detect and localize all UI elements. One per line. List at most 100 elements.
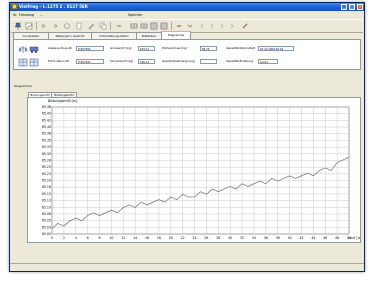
title-bar[interactable]: Vielfrieg – L-1275 2 . 8127 5ER _ □ × (10, 3, 364, 11)
grid-icon[interactable] (160, 22, 168, 30)
field-value[interactable]: 07.10.2009 06:44 (258, 46, 294, 51)
y-tick-label: 65.42 (42, 118, 51, 122)
menu-item[interactable]: Sr. (13, 13, 17, 18)
arrow-left-icon[interactable] (40, 22, 48, 30)
tab-grunddaten[interactable]: Grunddaten (13, 32, 49, 39)
x-axis-label: Lauf. [m] (348, 236, 360, 240)
x-tick-label: 42 (299, 236, 303, 240)
x-tick-label: 44 (311, 236, 315, 240)
field-value[interactable] (200, 59, 217, 64)
series-line (51, 157, 350, 229)
grid-icon (18, 58, 28, 67)
field-value[interactable]: 183.11 (138, 46, 155, 51)
x-tick-label: 10 (109, 236, 113, 240)
maximize-button[interactable]: □ (349, 4, 355, 10)
x-tick-label: 22 (181, 236, 185, 240)
x-tick-label: 32 (240, 236, 244, 240)
field-label: Gleisanschluss-Nr (48, 46, 72, 50)
scale-icon (18, 45, 28, 54)
wagon-icon (29, 45, 39, 54)
edit-icon[interactable] (87, 22, 95, 30)
x-tick-label: 14 (133, 236, 137, 240)
tab-waegungen[interactable]: Wägungen / Gewicht (48, 32, 92, 39)
line-chart: 65.48 65.45 65.42 65.40 65.38 65.35 65.33 65.30… (42, 105, 360, 240)
x-tick-label: 24 (193, 236, 197, 240)
tab-diagramme[interactable]: Diagramme (161, 31, 191, 39)
x-tick-label: 18 (157, 236, 161, 240)
y-tick-label: 65.05 (42, 219, 51, 223)
y-tick-label: 65.33 (42, 145, 51, 149)
x-tick-label: 8 (99, 236, 101, 240)
field-label: Soll-Gewicht [kg] (110, 59, 134, 63)
y-tick-label: 65.15 (42, 192, 51, 196)
menu-item[interactable]: ... (40, 13, 43, 18)
x-tick-label: 12 (121, 236, 125, 240)
tab-unterhaltung[interactable]: Unterhaltungs-Daten (91, 32, 137, 39)
x-tick-label: 0 (51, 236, 53, 240)
info-panel: Gleisanschluss-Nr Z-E27502 Ist-Gewicht [… (13, 39, 361, 70)
dropdown-icon[interactable] (186, 22, 194, 30)
y-tick-label: 65.38 (42, 132, 51, 136)
y-tick-label: 65.45 (42, 112, 51, 116)
table-icon[interactable] (140, 22, 148, 30)
copy-icon[interactable] (99, 22, 107, 30)
y-tick-label: 65.20 (42, 179, 51, 183)
x-tick-label: 16 (145, 236, 149, 240)
x-tick-label: 40 (288, 236, 292, 240)
pin-icon[interactable] (14, 22, 22, 30)
first-icon[interactable] (198, 22, 206, 30)
x-tick-label: 4 (75, 236, 77, 240)
field-label: Prüfanschluss [kg] (162, 46, 187, 50)
x-tick-label: 48 (335, 236, 339, 240)
field-label: Kapazität-Datum/Zeit (226, 46, 255, 50)
x-tick-label: 38 (276, 236, 280, 240)
plot-area (51, 106, 350, 235)
x-tick-label: 36 (264, 236, 268, 240)
close-button[interactable]: × (357, 4, 363, 10)
prev-icon[interactable] (208, 22, 216, 30)
x-tick-label: 6 (87, 236, 89, 240)
field-label: Fahrz.-Raum-Nr. (48, 59, 70, 63)
section-label: Diagramme (14, 84, 32, 88)
grid-icon[interactable] (150, 22, 158, 30)
refresh-icon[interactable] (63, 22, 71, 30)
minimize-button[interactable]: _ (341, 4, 347, 10)
y-tick-label: 65.10 (42, 205, 51, 209)
arrow-right-icon[interactable] (51, 22, 59, 30)
field-value[interactable]: 190.11 (138, 59, 155, 64)
status-bar (10, 263, 364, 271)
grid-icon (29, 58, 39, 67)
field-value[interactable]: 80.74 (200, 46, 217, 51)
y-tick-label: 65.13 (42, 199, 51, 203)
y-tick-label: 65.03 (42, 225, 51, 229)
table-icon[interactable] (130, 22, 138, 30)
y-tick-label: 65.25 (42, 165, 51, 169)
field-value[interactable]: Z-E27502 (76, 46, 104, 51)
y-tick-label: 65.30 (42, 152, 51, 156)
field-label: Gesamt-Restmenge [kg] (162, 59, 195, 63)
next-icon[interactable] (218, 22, 226, 30)
last-icon[interactable] (228, 22, 236, 30)
menu-item[interactable]: Speicher (128, 13, 142, 18)
y-tick-label: 65.18 (42, 185, 51, 189)
x-tick-label: 30 (228, 236, 232, 240)
field-label: Kapazität-Einteilung (226, 59, 254, 63)
app-window: Vielfrieg – L-1275 2 . 8127 5ER _ □ × Sr… (9, 2, 365, 272)
field-value[interactable]: Lemrs (258, 59, 278, 64)
window-title: Vielfrieg – L-1275 2 . 8127 5ER (19, 4, 88, 9)
y-tick-label: 65.08 (42, 212, 51, 216)
minus-icon[interactable] (115, 22, 123, 30)
x-tick-label: 34 (252, 236, 256, 240)
x-tick-label: 46 (323, 236, 327, 240)
document-icon[interactable] (75, 22, 83, 30)
tab-statistiken[interactable]: Statistiken (136, 32, 162, 39)
wand-icon[interactable] (241, 22, 249, 30)
menu-item[interactable]: Fahrzeug (19, 13, 34, 18)
minus-icon[interactable] (175, 22, 183, 30)
field-value[interactable]: Z-E27502 (76, 59, 104, 64)
chart-icon[interactable] (25, 22, 33, 30)
main-tabs: Grunddaten Wägungen / Gewicht Unterhaltu… (13, 31, 361, 39)
y-tick-label: 65.00 (42, 232, 51, 236)
menu-bar: Sr. Fahrzeug ... Speicher (10, 12, 364, 19)
y-tick-label: 65.23 (42, 172, 51, 176)
